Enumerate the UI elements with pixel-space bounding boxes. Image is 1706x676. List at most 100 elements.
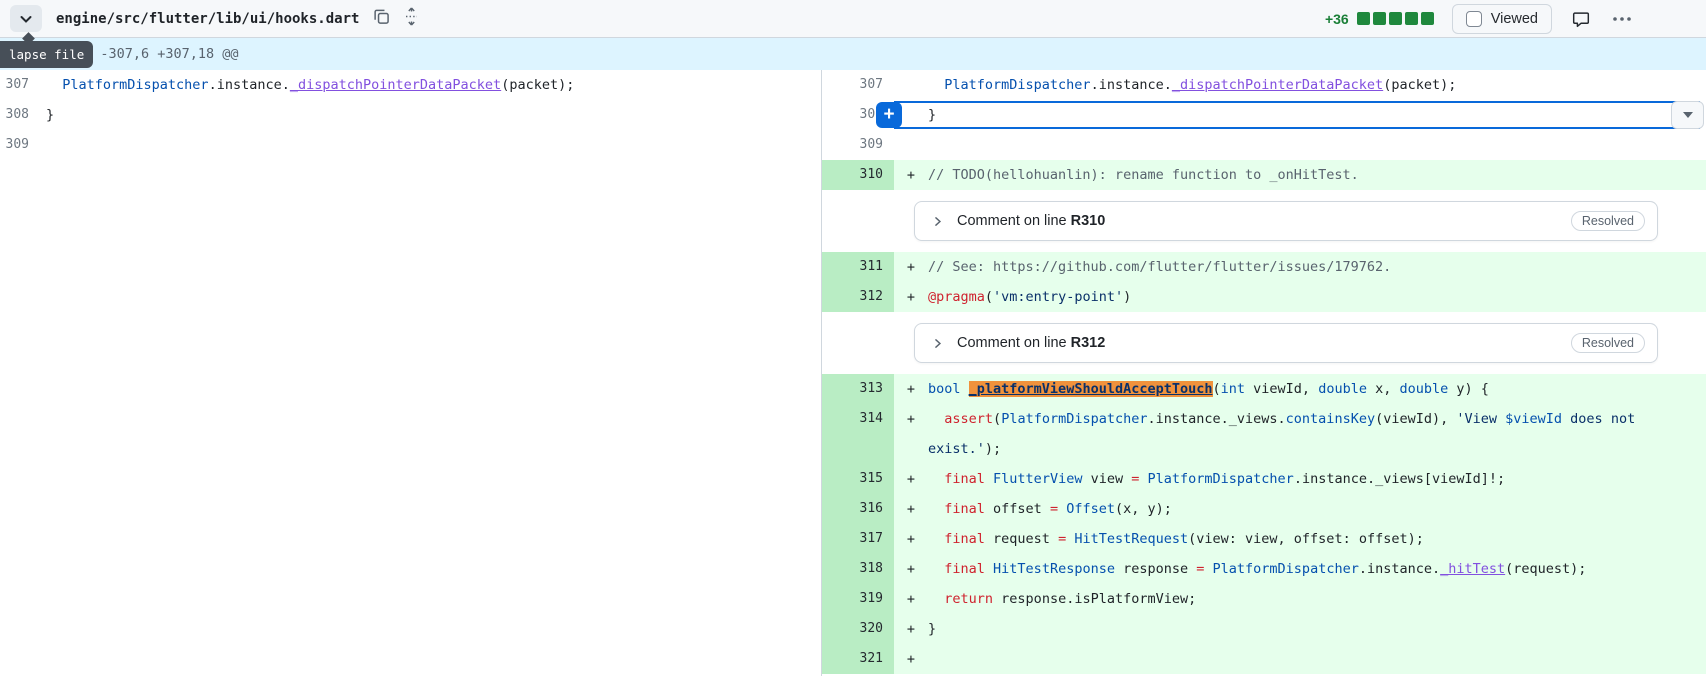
code-cell: // TODO(hellohuanlin): rename function t… — [928, 160, 1706, 190]
code-token: containsKey — [1285, 411, 1376, 427]
line-actions-dropdown[interactable] — [1671, 101, 1704, 129]
code-token: .instance._views[viewId]!; — [1293, 471, 1506, 487]
diff-marker: + — [906, 531, 916, 547]
code-cell — [928, 644, 1706, 674]
code-cell: final FlutterView view = PlatformDispatc… — [928, 464, 1706, 494]
line-number[interactable]: 316 — [822, 494, 894, 524]
line-number[interactable]: 310 — [822, 160, 894, 190]
code-token: _dispatchPointerDataPacket — [1171, 77, 1384, 93]
code-token: = — [1049, 501, 1059, 517]
code-token: exist.' — [928, 441, 985, 457]
diffstat-square — [1356, 12, 1370, 25]
drag-handle-icon[interactable] — [404, 7, 419, 31]
search-highlight: _platformViewShouldAcceptTouch — [968, 381, 1213, 397]
code-token: 'View — [1456, 411, 1506, 427]
code-token: 'vm:entry-point' — [993, 289, 1124, 305]
add-line-comment-button[interactable]: + — [876, 102, 902, 128]
code-cell: } — [928, 100, 1706, 130]
comment-bubble-icon[interactable] — [1572, 10, 1590, 28]
code-token: x, — [1366, 381, 1400, 397]
diff-marker: + — [906, 621, 916, 637]
diff-line-313: 313 + bool _platformViewShouldAcceptTouch(… — [822, 374, 1706, 404]
code-token: (viewId), — [1375, 411, 1457, 427]
code-token: Offset — [1066, 501, 1115, 517]
code-token: (x, y); — [1115, 501, 1172, 517]
collapsed-comment-thread[interactable]: Comment on line R310 Resolved — [914, 201, 1658, 241]
code-token: _dispatchPointerDataPacket — [289, 77, 502, 93]
code-token: PlatformDispatcher — [944, 77, 1091, 93]
diffstat: +36 — [1325, 11, 1434, 27]
code-cell — [40, 130, 821, 160]
line-number[interactable]: 320 — [822, 614, 894, 644]
code-token: } — [928, 621, 937, 637]
resolved-badge: Resolved — [1570, 333, 1645, 353]
diff-line-314: 314 + assert(PlatformDispatcher.instance.… — [822, 404, 1706, 464]
code-token: viewId, — [1245, 381, 1319, 397]
hunk-header-row: lapse file @@ -307,6 +307,18 @@ — [0, 32, 1706, 70]
code-token: request — [984, 531, 1059, 547]
line-number[interactable]: 312 — [822, 282, 894, 312]
code-cell: } — [928, 614, 1706, 644]
line-number[interactable]: 309 — [822, 130, 894, 160]
diff-marker: + — [906, 561, 916, 577]
diff-marker: + — [906, 381, 916, 397]
chevron-right-icon — [935, 338, 942, 348]
code-token: ( — [1212, 381, 1221, 397]
line-number[interactable]: 314 — [822, 404, 894, 464]
line-number[interactable]: 318 — [822, 554, 894, 584]
diff-marker: + — [906, 651, 916, 667]
diffstat-square — [1404, 12, 1418, 25]
file-header: engine/src/flutter/lib/ui/hooks.dart +36… — [0, 0, 1706, 38]
code-token: // See: https://github.com/flutter/flutt… — [928, 259, 1392, 275]
line-number[interactable]: 307 — [0, 70, 34, 100]
pr-diff-page: { "colors": { "accent_blue": "#0969da", … — [0, 0, 1706, 676]
line-number[interactable]: 321 — [822, 644, 894, 674]
diffstat-added-count: +36 — [1324, 10, 1349, 27]
code-token: .instance. — [1358, 561, 1441, 577]
code-token: .instance. — [208, 77, 290, 93]
diff-line-321: 321 + — [822, 644, 1706, 674]
code-token: final — [944, 561, 985, 577]
viewed-toggle-button[interactable]: Viewed — [1451, 3, 1552, 34]
code-token: = — [1058, 531, 1067, 547]
line-number[interactable]: 311 — [822, 252, 894, 282]
comment-thread-label: Comment on line R312 — [957, 335, 1106, 351]
code-token: (view: view, offset: offset); — [1188, 531, 1424, 547]
line-number[interactable]: 309 — [0, 130, 34, 160]
code-cell: @pragma('vm:entry-point') — [928, 282, 1706, 312]
diff-line-317: 317 + final request = HitTestRequest(view… — [822, 524, 1706, 554]
line-number[interactable]: 307 — [822, 70, 894, 100]
code-token: (packet); — [1383, 77, 1457, 93]
code-cell: bool _platformViewShouldAcceptTouch(int … — [928, 374, 1706, 404]
line-number[interactable]: 319 — [822, 584, 894, 614]
code-token: FlutterView — [993, 471, 1083, 487]
diff-pane-old: 307 PlatformDispatcher.instance._dispatc… — [0, 70, 822, 676]
resolved-badge: Resolved — [1570, 211, 1645, 231]
hunk-header-text: @@ -307,6 +307,18 @@ — [76, 46, 239, 62]
kebab-menu-icon[interactable] — [1612, 16, 1632, 22]
collapse-file-button[interactable] — [10, 5, 42, 32]
code-cell: assert(PlatformDispatcher.instance._view… — [928, 404, 1706, 464]
diff-pane-new: 307 PlatformDispatcher .instance. _dispatc… — [822, 70, 1706, 676]
copy-path-icon[interactable] — [373, 8, 390, 30]
code-token: .instance._views. — [1147, 411, 1286, 427]
code-token: double — [1318, 381, 1367, 397]
file-path[interactable]: engine/src/flutter/lib/ui/hooks.dart — [56, 11, 359, 27]
viewed-checkbox[interactable] — [1465, 10, 1482, 27]
line-number[interactable]: 317 — [822, 524, 894, 554]
line-number[interactable]: 315 — [822, 464, 894, 494]
line-number[interactable]: 308 — [0, 100, 34, 130]
code-token: (packet); — [501, 77, 575, 93]
collapse-file-tooltip: lapse file — [0, 41, 94, 68]
code-token: offset — [984, 501, 1050, 517]
code-token: HitTestResponse — [993, 561, 1115, 577]
code-cell: final offset = Offset(x, y); — [928, 494, 1706, 524]
collapsed-comment-thread[interactable]: Comment on line R312 Resolved — [914, 323, 1658, 363]
line-number[interactable]: 313 — [822, 374, 894, 404]
code-token: // TODO(hellohuanlin): rename function t… — [928, 167, 1359, 183]
code-cell — [928, 130, 1706, 160]
